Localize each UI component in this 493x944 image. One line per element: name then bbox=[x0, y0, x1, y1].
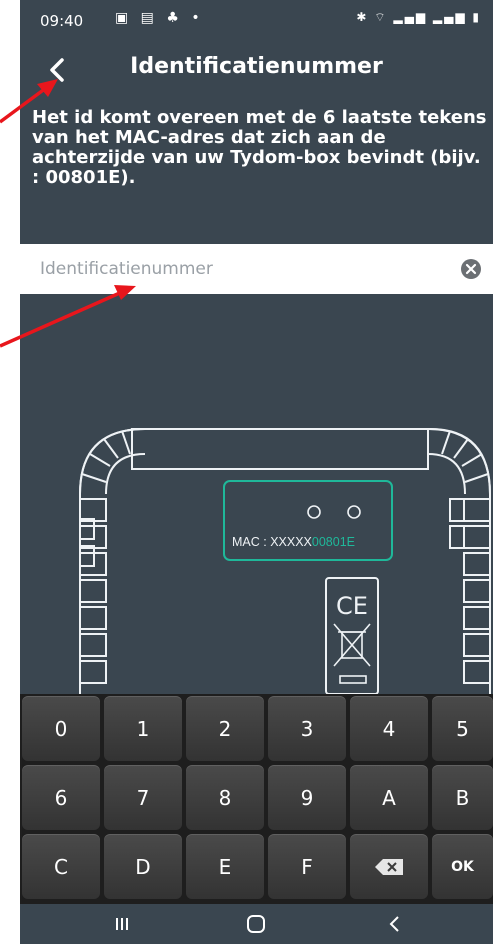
key-2[interactable]: 2 bbox=[186, 696, 264, 761]
key-d[interactable]: D bbox=[104, 834, 182, 899]
key-8[interactable]: 8 bbox=[186, 765, 264, 830]
back-nav-button[interactable] bbox=[364, 910, 424, 938]
key-3[interactable]: 3 bbox=[268, 696, 346, 761]
page-title: Identificatienummer bbox=[130, 54, 383, 79]
weee-bin-icon bbox=[333, 623, 371, 667]
key-6[interactable]: 6 bbox=[22, 765, 100, 830]
key-b[interactable]: B bbox=[432, 765, 493, 830]
mac-label-prefix: MAC : XXXXX bbox=[232, 535, 313, 549]
home-icon bbox=[247, 915, 265, 933]
system-nav-bar bbox=[20, 904, 493, 944]
ok-key[interactable]: OK bbox=[432, 834, 493, 899]
key-e[interactable]: E bbox=[186, 834, 264, 899]
id-input[interactable] bbox=[20, 244, 440, 294]
key-c[interactable]: C bbox=[22, 834, 100, 899]
hex-keypad: 0 1 2 3 4 5 6 7 8 9 A B C D E F OK bbox=[20, 694, 493, 904]
clear-input-button[interactable] bbox=[461, 259, 481, 279]
backspace-key[interactable] bbox=[350, 834, 428, 899]
key-a[interactable]: A bbox=[350, 765, 428, 830]
id-input-row bbox=[20, 244, 493, 294]
notification-icons: ▣ ▤ ♣ • bbox=[115, 10, 204, 26]
close-icon bbox=[465, 263, 477, 275]
ce-mark: CE bbox=[336, 592, 368, 620]
recent-apps-button[interactable] bbox=[92, 910, 152, 938]
key-5[interactable]: 5 bbox=[432, 696, 493, 761]
key-9[interactable]: 9 bbox=[268, 765, 346, 830]
instruction-text: Het id komt overeen met de 6 laatste tek… bbox=[32, 107, 487, 188]
key-0[interactable]: 0 bbox=[22, 696, 100, 761]
key-7[interactable]: 7 bbox=[104, 765, 182, 830]
app-header: Identificatienummer bbox=[20, 42, 493, 96]
system-status-icons: ✱ ⌔ ▂▄▆ ▂▄▆ ▮ bbox=[356, 10, 481, 24]
status-time: 09:40 bbox=[40, 12, 84, 30]
mac-label-suffix: 00801E bbox=[312, 535, 355, 549]
key-1[interactable]: 1 bbox=[104, 696, 182, 761]
phone-screen: 09:40 ▣ ▤ ♣ • ✱ ⌔ ▂▄▆ ▂▄▆ ▮ Identificati… bbox=[20, 0, 493, 944]
key-f[interactable]: F bbox=[268, 834, 346, 899]
tydom-box-illustration: MAC : XXXXX00801E CE bbox=[79, 428, 491, 694]
back-nav-icon bbox=[389, 916, 399, 932]
home-button[interactable] bbox=[226, 910, 286, 938]
backspace-icon bbox=[375, 858, 403, 875]
key-4[interactable]: 4 bbox=[350, 696, 428, 761]
recent-apps-icon bbox=[116, 918, 128, 930]
svg-text:MAC : XXXXX00801E: MAC : XXXXX00801E bbox=[232, 535, 355, 549]
status-bar: 09:40 ▣ ▤ ♣ • ✱ ⌔ ▂▄▆ ▂▄▆ ▮ bbox=[20, 0, 493, 42]
